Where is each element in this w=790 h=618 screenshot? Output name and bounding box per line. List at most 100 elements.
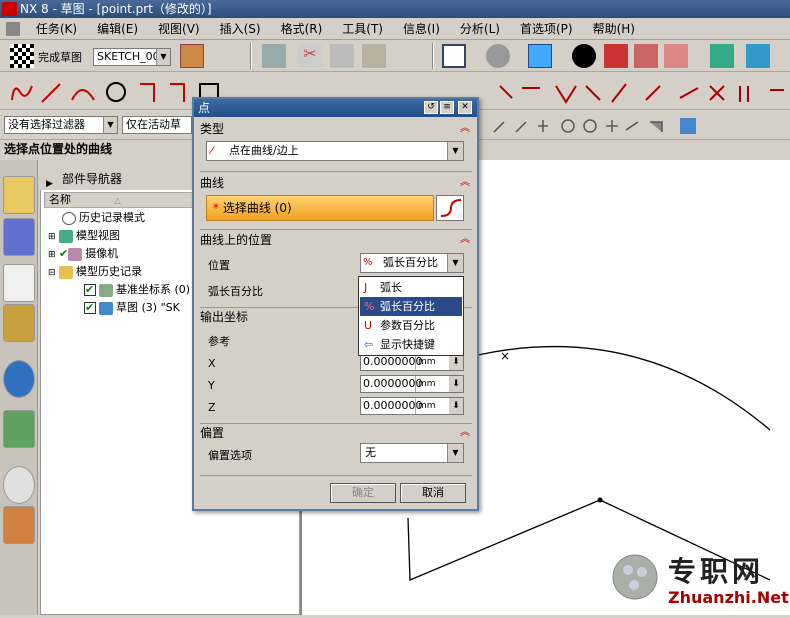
dialog-title: 点: [198, 101, 211, 115]
roles-icon[interactable]: [3, 506, 35, 544]
info-history-icon[interactable]: [3, 360, 35, 398]
group-offset[interactable]: 偏置 ︽: [200, 425, 472, 441]
menu-analysis[interactable]: 分析(L): [450, 18, 510, 40]
option-show-shortcuts[interactable]: ⇦ 显示快捷键: [360, 335, 462, 354]
option-arc-percent[interactable]: % 弧长百分比: [360, 297, 462, 316]
option-arc-length[interactable]: J 弧长: [360, 278, 462, 297]
tree-item-history-mode[interactable]: 历史记录模式: [62, 210, 145, 226]
z-input[interactable]: 0.0000000 mm ⬇: [360, 397, 464, 415]
scope-select[interactable]: 仅在活动草图: [122, 116, 192, 134]
paste-icon[interactable]: [362, 44, 386, 68]
column-label: 名称: [49, 193, 71, 206]
menu-task[interactable]: 任务(K): [26, 18, 87, 40]
visibility-checkbox[interactable]: [84, 300, 96, 316]
chevron-down-icon: ▼: [156, 49, 170, 65]
sketch-name-select[interactable]: SKETCH_000 ▼: [93, 48, 171, 66]
analysis-icon[interactable]: [746, 44, 770, 68]
fit-view-icon[interactable]: [442, 44, 466, 68]
menu-icon[interactable]: ≡: [440, 101, 454, 114]
clip-view-icon[interactable]: [664, 44, 688, 68]
tree-item-datum-csys[interactable]: 基准坐标系 (0): [84, 282, 190, 298]
spin-down-icon[interactable]: ⬇: [449, 376, 463, 392]
menu-help[interactable]: 帮助(H): [583, 18, 645, 40]
snap-end-icon: [493, 121, 505, 133]
menu-preferences[interactable]: 首选项(P): [510, 18, 583, 40]
y-input[interactable]: 0.0000000 mm ⬇: [360, 375, 464, 393]
save-icon[interactable]: [262, 44, 286, 68]
tree-item-cameras[interactable]: ⊞ ✔ 摄像机: [48, 246, 118, 262]
close-icon[interactable]: ✕: [458, 101, 472, 114]
copy-icon[interactable]: [330, 44, 354, 68]
select-curve-button[interactable]: * 选择曲线 (0): [206, 195, 434, 221]
arc-curve: [477, 345, 771, 431]
point-on-curve-icon: ⁄: [211, 144, 213, 157]
finish-sketch-button[interactable]: 完成草图: [38, 49, 82, 65]
y-value: 0.0000000: [363, 377, 423, 390]
snap-icon[interactable]: [710, 44, 734, 68]
expand-icon[interactable]: ⊞: [48, 250, 56, 260]
assembly-nav-icon[interactable]: [3, 176, 35, 214]
visibility-checkbox[interactable]: [84, 282, 96, 298]
shaded-cube-icon[interactable]: [528, 44, 552, 68]
group-type[interactable]: 类型 ︽: [200, 121, 472, 137]
watermark-globe-icon: [612, 554, 658, 600]
snap-quadrant-icon: [583, 119, 597, 133]
menu-view[interactable]: 视图(V): [148, 18, 210, 40]
tree-item-sketch[interactable]: 草图 (3) "SK: [84, 300, 180, 316]
dialog-titlebar: 点 ↺ ≡ ✕: [194, 99, 477, 117]
required-asterisk-icon: *: [213, 201, 219, 215]
collapse-icon[interactable]: ⊟: [48, 268, 56, 278]
toolbar-separator: [250, 43, 252, 69]
curve-selection-icon[interactable]: [436, 195, 464, 221]
finish-sketch-flag-icon[interactable]: [10, 44, 34, 68]
sketch-orient-icon[interactable]: [572, 44, 596, 68]
menu-edit[interactable]: 编辑(E): [87, 18, 148, 40]
offset-select[interactable]: 无 ▼: [360, 443, 464, 463]
web-browser-icon[interactable]: [3, 410, 35, 448]
reattach-sketch-icon[interactable]: [180, 44, 204, 68]
tree-item-model-history[interactable]: ⊟ 模型历史记录: [48, 264, 142, 280]
history-clock-icon[interactable]: [3, 466, 35, 504]
reset-icon[interactable]: ↺: [424, 101, 438, 114]
arc-percent-icon: %: [363, 257, 373, 268]
ok-button[interactable]: 确定: [330, 483, 396, 503]
collapse-chevron-icon[interactable]: ︽: [460, 121, 470, 137]
option-label: 显示快捷键: [380, 338, 435, 351]
render-style-icon[interactable]: [486, 44, 510, 68]
filter-value: 没有选择过滤器: [8, 118, 85, 131]
tree-item-model-views[interactable]: ⊞ 模型视图: [48, 228, 120, 244]
filter-select[interactable]: 没有选择过滤器 ▼: [4, 116, 118, 134]
wireframe-cube-icon[interactable]: [634, 44, 658, 68]
chamfer-icon: [170, 83, 185, 102]
group-divider: [200, 229, 472, 230]
clock-icon: [62, 211, 76, 225]
menu-format[interactable]: 格式(R): [271, 18, 333, 40]
option-label: 弧长百分比: [380, 300, 435, 313]
collapse-chevron-icon[interactable]: ︽: [460, 425, 470, 441]
collapse-chevron-icon[interactable]: ︽: [460, 232, 470, 248]
spin-down-icon[interactable]: ⬇: [449, 398, 463, 414]
constraint-icon: [499, 85, 513, 99]
reuse-library-icon[interactable]: [3, 304, 35, 342]
group-position-on-curve[interactable]: 曲线上的位置 ︽: [200, 232, 472, 248]
position-select[interactable]: % 弧长百分比 ▼: [360, 253, 464, 273]
menu-insert[interactable]: 插入(S): [210, 18, 271, 40]
group-curve[interactable]: 曲线 ︽: [200, 175, 472, 191]
toolbar-main: 完成草图 SKETCH_000 ▼ ✂: [0, 40, 790, 72]
cut-icon[interactable]: ✂: [298, 44, 322, 68]
sketch-icon: [99, 301, 113, 315]
spin-down-icon[interactable]: ⬇: [449, 354, 463, 370]
menu-tools[interactable]: 工具(T): [332, 18, 393, 40]
option-param-percent[interactable]: U 参数百分比: [360, 316, 462, 335]
view-section-icon[interactable]: [604, 44, 628, 68]
part-nav-icon[interactable]: [3, 264, 35, 302]
watermark-url: Zhuanzhi.Net: [668, 588, 789, 607]
constraint-nav-icon[interactable]: [3, 218, 35, 256]
group-label: 偏置: [200, 426, 225, 440]
menu-info[interactable]: 信息(I): [393, 18, 450, 40]
group-label: 输出坐标: [200, 310, 249, 324]
collapse-chevron-icon[interactable]: ︽: [460, 175, 470, 191]
expand-icon[interactable]: ⊞: [48, 232, 56, 242]
cancel-button[interactable]: 取消: [400, 483, 466, 503]
type-select[interactable]: ⁄ 点在曲线/边上 ▼: [206, 141, 464, 161]
